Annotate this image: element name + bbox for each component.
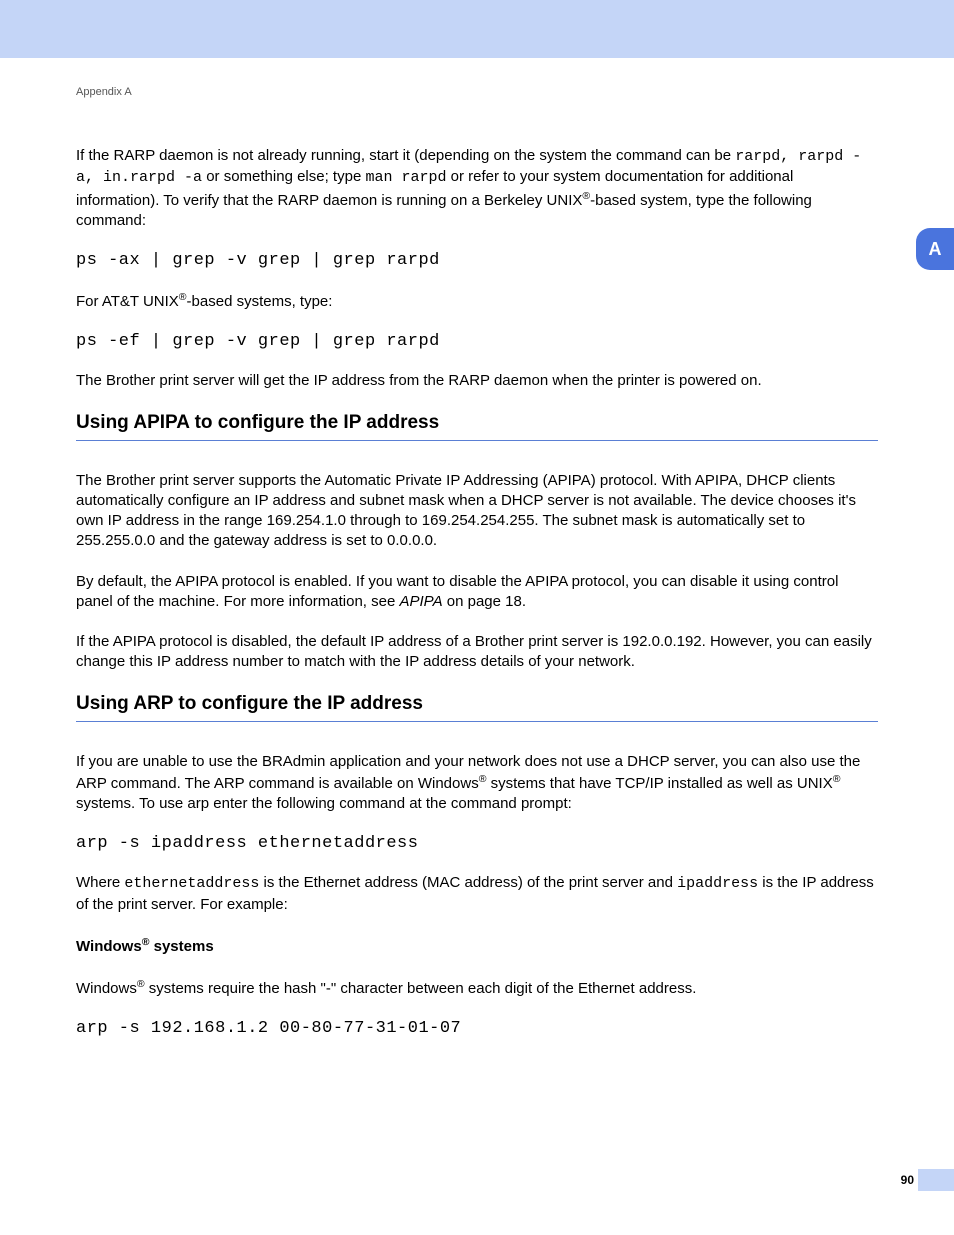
text: If the RARP daemon is not already runnin… [76,147,735,164]
arp-paragraph-3: Windows® systems require the hash "-" ch… [76,977,878,999]
heading-apipa: Using APIPA to configure the IP address [76,412,878,441]
arp-paragraph-2: Where ethernetaddress is the Ethernet ad… [76,873,878,915]
inline-code: man rarpd [365,169,446,186]
apipa-paragraph-3: If the APIPA protocol is disabled, the d… [76,632,878,673]
command-block-1: ps -ax | grep -v grep | grep rarpd [76,251,878,270]
registered-mark: ® [137,978,145,990]
section-tab-a[interactable]: A [916,228,954,270]
intro-paragraph-2: For AT&T UNIX®-based systems, type: [76,290,878,312]
text: Windows [76,980,137,997]
text: systems. To use arp enter the following … [76,795,572,812]
text: is the Ethernet address (MAC address) of… [259,874,677,891]
intro-paragraph-3: The Brother print server will get the IP… [76,371,878,391]
text: or something else; type [202,168,365,185]
appendix-label: Appendix A [76,86,878,98]
inline-code: ipaddress [677,875,758,892]
text: systems require the hash "-" character b… [145,980,697,997]
text: Windows [76,938,142,955]
top-header-band [0,0,954,58]
text: -based systems, type: [187,293,333,310]
command-block-arp-2: arp -s 192.168.1.2 00-80-77-31-01-07 [76,1019,878,1038]
registered-mark: ® [833,773,841,785]
text: systems [149,938,213,955]
registered-mark: ® [179,291,187,303]
apipa-paragraph-1: The Brother print server supports the Au… [76,471,878,552]
text: on page 18. [443,593,526,610]
apipa-paragraph-2: By default, the APIPA protocol is enable… [76,572,878,613]
cross-reference-link[interactable]: APIPA [400,593,443,610]
text: Where [76,874,124,891]
text: For AT&T UNIX [76,293,179,310]
intro-paragraph-1: If the RARP daemon is not already runnin… [76,146,878,231]
text: systems that have TCP/IP installed as we… [486,775,832,792]
command-block-arp-1: arp -s ipaddress ethernetaddress [76,834,878,853]
inline-code: ethernetaddress [124,875,259,892]
arp-paragraph-1: If you are unable to use the BRAdmin app… [76,752,878,815]
page-number: 90 [901,1173,914,1187]
subheading-windows-systems: Windows® systems [76,935,878,957]
page-number-bar [918,1169,954,1191]
command-block-2: ps -ef | grep -v grep | grep rarpd [76,332,878,351]
heading-arp: Using ARP to configure the IP address [76,693,878,722]
page-content: Appendix A If the RARP daemon is not alr… [0,58,954,1038]
registered-mark: ® [582,190,590,202]
